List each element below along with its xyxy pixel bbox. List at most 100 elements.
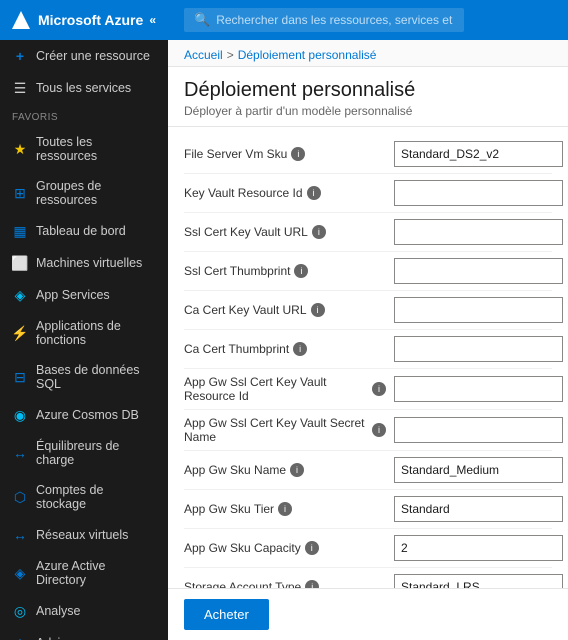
label-text: Ca Cert Thumbprint [184, 342, 289, 356]
vm-icon: ⬜ [12, 255, 28, 271]
item-label: Azure Active Directory [36, 559, 156, 587]
breadcrumb-home[interactable]: Accueil [184, 48, 223, 62]
page-subtitle: Déployer à partir d'un modèle personnali… [184, 104, 552, 118]
form-label-app-gw-sku-capacity: App Gw Sku Capacityi [184, 541, 394, 555]
sidebar-item-all-resources[interactable]: ★ Toutes les ressources [0, 127, 168, 171]
input-key-vault-resource-id[interactable] [394, 180, 563, 206]
info-icon[interactable]: i [290, 463, 304, 477]
analyse-icon: ◎ [12, 603, 28, 619]
form-label-ssl-cert-thumbprint: Ssl Cert Thumbprint i [184, 264, 394, 278]
form-row: App Gw Sku Name i [184, 451, 552, 490]
ad-icon: ◈ [12, 565, 28, 581]
input-ca-cert-key-vault-url[interactable] [394, 297, 563, 323]
app-services-icon: ◈ [12, 287, 28, 303]
form-area: File Server Vm Skui Key Vault Resource Id… [168, 127, 568, 588]
info-icon[interactable]: i [372, 382, 386, 396]
sidebar-item-all-services[interactable]: ☰ Tous les services [0, 72, 168, 104]
input-storage-account-type[interactable] [394, 574, 563, 588]
label-text: Key Vault Resource Id [184, 186, 303, 200]
app-name: Microsoft Azure [38, 12, 143, 28]
sidebar-item-lb[interactable]: ↔ Équilibreurs de charge [0, 431, 168, 475]
form-row: Ca Cert Key Vault URL i [184, 291, 552, 330]
input-file-server-vm-sku[interactable] [394, 141, 563, 167]
list-icon: ☰ [12, 80, 28, 96]
cosmos-icon: ◉ [12, 407, 28, 423]
storage-icon: ⬡ [12, 489, 28, 505]
sidebar-item-functions[interactable]: ⚡ Applications de fonctions [0, 311, 168, 355]
info-icon[interactable]: i [312, 225, 326, 239]
form-label-ca-cert-key-vault-url: Ca Cert Key Vault URL i [184, 303, 394, 317]
form-label-ssl-cert-key-vault-url: Ssl Cert Key Vault URL i [184, 225, 394, 239]
form-label-app-gw-ssl-cert-kv-resource-id: App Gw Ssl Cert Key Vault Resource Id i [184, 375, 394, 403]
form-label-file-server-vm-sku: File Server Vm Skui [184, 147, 394, 161]
plus-icon: + [12, 48, 28, 64]
label-text: Ssl Cert Thumbprint [184, 264, 290, 278]
info-icon[interactable]: i [372, 423, 386, 437]
sidebar-item-vms[interactable]: ⬜ Machines virtuelles [0, 247, 168, 279]
services-label: Tous les services [36, 81, 131, 95]
main-content: 🔍 Accueil > Déploiement personnalisé Dép… [168, 0, 568, 640]
resource-group-icon: ⊞ [12, 185, 28, 201]
create-label: Créer une ressource [36, 49, 150, 63]
form-label-app-gw-sku-name: App Gw Sku Name i [184, 463, 394, 477]
form-row: File Server Vm Skui [184, 135, 552, 174]
sidebar-item-storage[interactable]: ⬡ Comptes de stockage [0, 475, 168, 519]
form-row: Ca Cert Thumbprint i [184, 330, 552, 369]
form-label-app-gw-ssl-cert-kv-secret-name: App Gw Ssl Cert Key Vault Secret Namei [184, 416, 394, 444]
sidebar-item-advisor[interactable]: ◇ Advisor [0, 627, 168, 640]
label-text: App Gw Sku Tier [184, 502, 274, 516]
form-row: Key Vault Resource Id i [184, 174, 552, 213]
input-app-gw-ssl-cert-kv-resource-id[interactable] [394, 376, 563, 402]
input-ssl-cert-key-vault-url[interactable] [394, 219, 563, 245]
search-input[interactable] [216, 13, 454, 27]
info-icon[interactable]: i [311, 303, 325, 317]
info-icon[interactable]: i [305, 541, 319, 555]
azure-logo-icon [12, 11, 30, 29]
item-label: App Services [36, 288, 110, 302]
input-ssl-cert-thumbprint[interactable] [394, 258, 563, 284]
item-label: Équilibreurs de charge [36, 439, 156, 467]
info-icon[interactable]: i [305, 580, 319, 588]
item-label: Bases de données SQL [36, 363, 156, 391]
sidebar-item-app-services[interactable]: ◈ App Services [0, 279, 168, 311]
sidebar-item-create[interactable]: + Créer une ressource [0, 40, 168, 72]
sidebar-item-sql[interactable]: ⊟ Bases de données SQL [0, 355, 168, 399]
label-text: App Gw Sku Name [184, 463, 286, 477]
sidebar-item-dashboard[interactable]: ▦ Tableau de bord [0, 215, 168, 247]
page-title: Déploiement personnalisé [184, 79, 552, 102]
sidebar-item-vnet[interactable]: ↔ Réseaux virtuels [0, 519, 168, 551]
sidebar-item-ad[interactable]: ◈ Azure Active Directory [0, 551, 168, 595]
info-icon[interactable]: i [294, 264, 308, 278]
sidebar-item-resource-groups[interactable]: ⊞ Groupes de ressources [0, 171, 168, 215]
dashboard-icon: ▦ [12, 223, 28, 239]
sidebar-item-analyse[interactable]: ◎ Analyse [0, 595, 168, 627]
info-icon[interactable]: i [293, 342, 307, 356]
input-ca-cert-thumbprint[interactable] [394, 336, 563, 362]
item-label: Azure Cosmos DB [36, 408, 139, 422]
info-icon[interactable]: i [291, 147, 305, 161]
search-box[interactable]: 🔍 [184, 8, 464, 32]
label-text: App Gw Ssl Cert Key Vault Resource Id [184, 375, 368, 403]
info-icon[interactable]: i [307, 186, 321, 200]
collapse-button[interactable]: « [149, 13, 156, 27]
sql-icon: ⊟ [12, 369, 28, 385]
input-app-gw-sku-tier[interactable] [394, 496, 563, 522]
buy-button[interactable]: Acheter [184, 599, 269, 630]
form-label-storage-account-type: Storage Account Typei [184, 580, 394, 588]
input-app-gw-sku-name[interactable] [394, 457, 563, 483]
breadcrumb: Accueil > Déploiement personnalisé [168, 40, 568, 67]
form-row: App Gw Ssl Cert Key Vault Secret Namei [184, 410, 552, 451]
info-icon[interactable]: i [278, 502, 292, 516]
sidebar: Microsoft Azure « + Créer une ressource … [0, 0, 168, 640]
content-area: Accueil > Déploiement personnalisé Déplo… [168, 40, 568, 588]
item-label: Groupes de ressources [36, 179, 156, 207]
form-row: Ssl Cert Thumbprint i [184, 252, 552, 291]
vnet-icon: ↔ [12, 527, 28, 543]
sidebar-item-cosmos[interactable]: ◉ Azure Cosmos DB [0, 399, 168, 431]
input-app-gw-sku-capacity[interactable] [394, 535, 563, 561]
label-text: Ca Cert Key Vault URL [184, 303, 307, 317]
form-row: App Gw Sku Tier i [184, 490, 552, 529]
item-label: Machines virtuelles [36, 256, 142, 270]
input-app-gw-ssl-cert-kv-secret-name[interactable] [394, 417, 563, 443]
label-text: Ssl Cert Key Vault URL [184, 225, 308, 239]
